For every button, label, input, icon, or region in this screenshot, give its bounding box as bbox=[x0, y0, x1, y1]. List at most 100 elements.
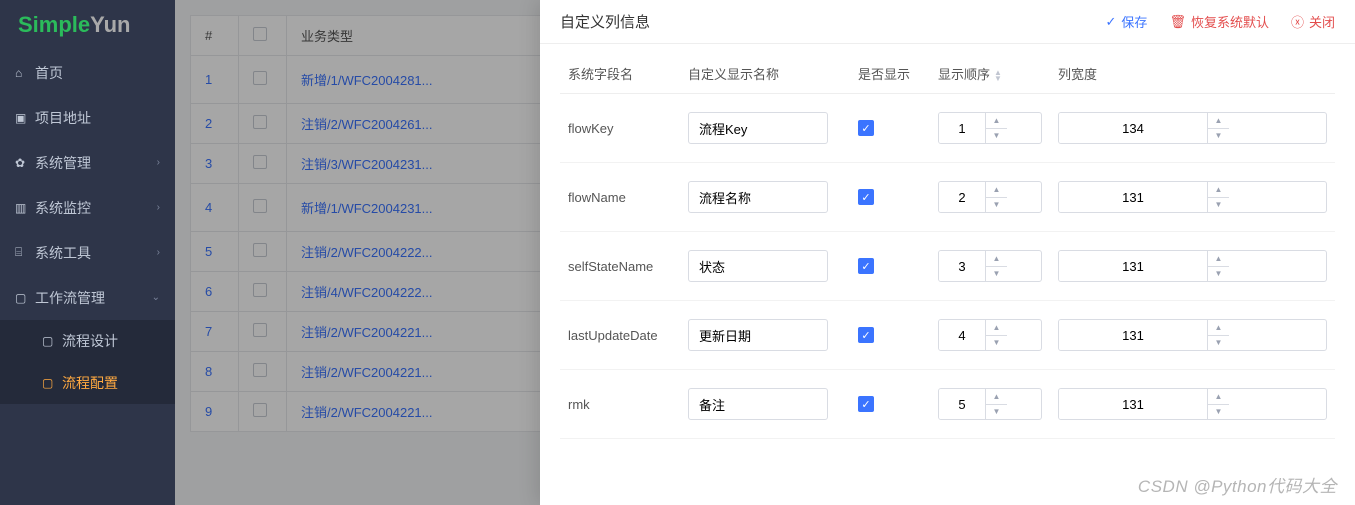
field-name: flowKey bbox=[560, 94, 680, 163]
width-stepper[interactable]: ▲▼ bbox=[1058, 181, 1327, 213]
sidebar-subitem-1[interactable]: ▢流程配置 bbox=[0, 362, 175, 404]
show-checkbox[interactable]: ✓ bbox=[858, 120, 874, 136]
display-name-input[interactable] bbox=[688, 181, 828, 213]
menu-label: 系统管理 bbox=[35, 153, 91, 173]
drawer-title: 自定义列信息 bbox=[560, 11, 650, 32]
width-stepper[interactable]: ▲▼ bbox=[1058, 250, 1327, 282]
show-checkbox[interactable]: ✓ bbox=[858, 189, 874, 205]
display-name-input[interactable] bbox=[688, 250, 828, 282]
sidebar-item-0[interactable]: ⌂首页 bbox=[0, 50, 175, 95]
logo-part1: Simple bbox=[18, 12, 90, 38]
width-value[interactable] bbox=[1059, 389, 1207, 419]
width-stepper[interactable]: ▲▼ bbox=[1058, 388, 1327, 420]
width-stepper[interactable]: ▲▼ bbox=[1058, 319, 1327, 351]
close-button[interactable]: ⓧ 关闭 bbox=[1291, 12, 1335, 31]
order-stepper[interactable]: ▲▼ bbox=[938, 250, 1042, 282]
order-value[interactable] bbox=[939, 182, 985, 212]
show-checkbox[interactable]: ✓ bbox=[858, 327, 874, 343]
sidebar-item-4[interactable]: ⌸系统工具› bbox=[0, 230, 175, 275]
step-down-icon[interactable]: ▼ bbox=[986, 267, 1007, 282]
step-up-icon[interactable]: ▲ bbox=[1208, 113, 1229, 129]
step-down-icon[interactable]: ▼ bbox=[986, 129, 1007, 144]
sidebar-item-5[interactable]: ▢工作流管理 ⌄ bbox=[0, 275, 175, 320]
submenu-label: 流程设计 bbox=[62, 331, 118, 351]
menu-label: 工作流管理 bbox=[35, 288, 105, 308]
order-value[interactable] bbox=[939, 113, 985, 143]
th-show: 是否显示 bbox=[850, 54, 930, 94]
submenu-label: 流程配置 bbox=[62, 373, 118, 393]
config-row: flowKey ✓ ▲▼ ▲▼ bbox=[560, 94, 1335, 163]
width-value[interactable] bbox=[1059, 113, 1207, 143]
order-value[interactable] bbox=[939, 320, 985, 350]
step-down-icon[interactable]: ▼ bbox=[1208, 405, 1229, 420]
display-name-input[interactable] bbox=[688, 388, 828, 420]
step-down-icon[interactable]: ▼ bbox=[986, 198, 1007, 213]
config-row: flowName ✓ ▲▼ ▲▼ bbox=[560, 163, 1335, 232]
step-down-icon[interactable]: ▼ bbox=[986, 405, 1007, 420]
sidebar-subitem-0[interactable]: ▢流程设计 bbox=[0, 320, 175, 362]
save-button[interactable]: ✓ 保存 bbox=[1106, 12, 1148, 31]
width-value[interactable] bbox=[1059, 251, 1207, 281]
width-stepper[interactable]: ▲▼ bbox=[1058, 112, 1327, 144]
config-row: lastUpdateDate ✓ ▲▼ ▲▼ bbox=[560, 301, 1335, 370]
restore-label: 恢复系统默认 bbox=[1191, 12, 1269, 31]
menu-label: 系统监控 bbox=[35, 198, 91, 218]
submenu-icon: ▢ bbox=[42, 334, 62, 348]
restore-button[interactable]: 🗑 恢复系统默认 bbox=[1169, 12, 1269, 31]
order-stepper[interactable]: ▲▼ bbox=[938, 112, 1042, 144]
step-down-icon[interactable]: ▼ bbox=[1208, 129, 1229, 144]
chevron-icon: › bbox=[157, 247, 160, 258]
order-stepper[interactable]: ▲▼ bbox=[938, 388, 1042, 420]
width-value[interactable] bbox=[1059, 182, 1207, 212]
step-up-icon[interactable]: ▲ bbox=[1208, 182, 1229, 198]
th-display: 自定义显示名称 bbox=[680, 54, 850, 94]
menu-icon: ▣ bbox=[15, 111, 35, 125]
display-name-input[interactable] bbox=[688, 319, 828, 351]
step-up-icon[interactable]: ▲ bbox=[986, 113, 1007, 129]
step-up-icon[interactable]: ▲ bbox=[986, 251, 1007, 267]
step-up-icon[interactable]: ▲ bbox=[986, 389, 1007, 405]
sidebar-item-1[interactable]: ▣项目地址 bbox=[0, 95, 175, 140]
menu-label: 项目地址 bbox=[35, 108, 91, 128]
field-name: rmk bbox=[560, 370, 680, 439]
chevron-icon: › bbox=[157, 202, 160, 213]
close-icon: ⓧ bbox=[1291, 12, 1304, 31]
menu-label: 首页 bbox=[35, 63, 63, 83]
display-name-input[interactable] bbox=[688, 112, 828, 144]
field-name: lastUpdateDate bbox=[560, 301, 680, 370]
menu-icon: ⌂ bbox=[15, 66, 35, 80]
config-row: rmk ✓ ▲▼ ▲▼ bbox=[560, 370, 1335, 439]
order-stepper[interactable]: ▲▼ bbox=[938, 181, 1042, 213]
sidebar-item-3[interactable]: ▥系统监控› bbox=[0, 185, 175, 230]
menu-icon: ▢ bbox=[15, 291, 35, 305]
chevron-icon: › bbox=[157, 157, 160, 168]
step-down-icon[interactable]: ▼ bbox=[986, 336, 1007, 351]
order-value[interactable] bbox=[939, 251, 985, 281]
order-value[interactable] bbox=[939, 389, 985, 419]
step-up-icon[interactable]: ▲ bbox=[1208, 251, 1229, 267]
show-checkbox[interactable]: ✓ bbox=[858, 396, 874, 412]
order-stepper[interactable]: ▲▼ bbox=[938, 319, 1042, 351]
th-order[interactable]: 显示顺序▲▼ bbox=[930, 54, 1050, 94]
step-down-icon[interactable]: ▼ bbox=[1208, 336, 1229, 351]
step-up-icon[interactable]: ▲ bbox=[986, 182, 1007, 198]
th-width: 列宽度 bbox=[1050, 54, 1335, 94]
step-down-icon[interactable]: ▼ bbox=[1208, 198, 1229, 213]
sort-icon[interactable]: ▲▼ bbox=[994, 70, 1002, 82]
sidebar-item-2[interactable]: ✿系统管理› bbox=[0, 140, 175, 185]
step-up-icon[interactable]: ▲ bbox=[1208, 389, 1229, 405]
submenu-icon: ▢ bbox=[42, 376, 62, 390]
step-up-icon[interactable]: ▲ bbox=[1208, 320, 1229, 336]
th-field: 系统字段名 bbox=[560, 54, 680, 94]
chevron-icon: ⌄ bbox=[152, 292, 160, 303]
width-value[interactable] bbox=[1059, 320, 1207, 350]
field-name: flowName bbox=[560, 163, 680, 232]
trash-icon: 🗑 bbox=[1169, 14, 1186, 30]
show-checkbox[interactable]: ✓ bbox=[858, 258, 874, 274]
step-down-icon[interactable]: ▼ bbox=[1208, 267, 1229, 282]
column-config-drawer: 自定义列信息 ✓ 保存 🗑 恢复系统默认 ⓧ 关闭 系统字段名 自定义显示名称 … bbox=[540, 0, 1355, 505]
step-up-icon[interactable]: ▲ bbox=[986, 320, 1007, 336]
logo: SimpleYun bbox=[0, 0, 175, 50]
column-config-table: 系统字段名 自定义显示名称 是否显示 显示顺序▲▼ 列宽度 flowKey ✓ … bbox=[560, 54, 1335, 439]
sidebar: SimpleYun ⌂首页▣项目地址✿系统管理›▥系统监控›⌸系统工具›▢工作流… bbox=[0, 0, 175, 505]
